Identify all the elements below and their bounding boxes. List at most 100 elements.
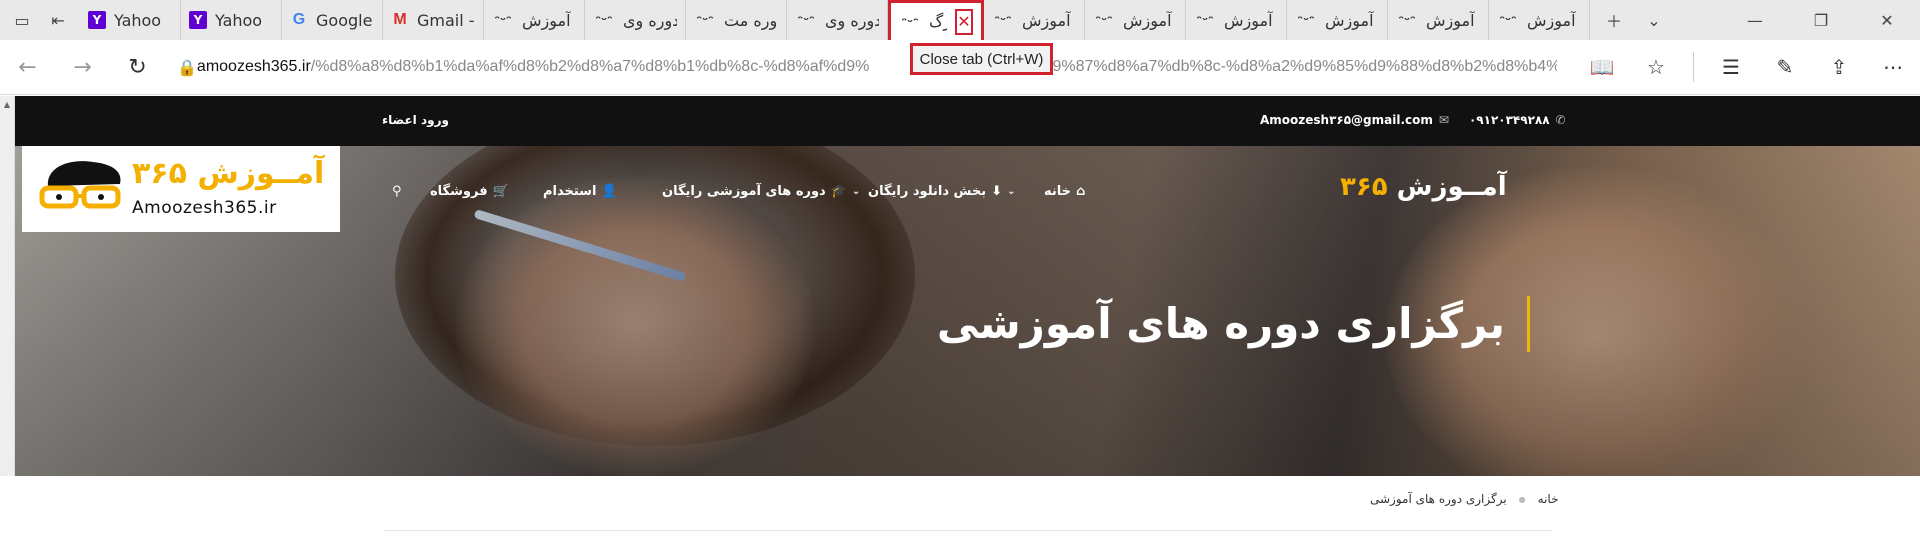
tab-amoozesh[interactable]: ᵔᵕᵔ آموزش — [1287, 0, 1388, 40]
scroll-up-icon[interactable]: ▲ — [0, 100, 14, 109]
share-icon[interactable]: ⇪ — [1812, 40, 1866, 95]
close-tab-tooltip: Close tab (Ctrl+W) — [910, 43, 1053, 75]
tab-amoozesh[interactable]: ᵔᵕᵔ دوره مت — [686, 0, 787, 40]
menu-item-label: دوره های آموزشی رایگان — [662, 184, 826, 199]
tab-label: آموزش — [1022, 10, 1071, 30]
tab-label: آموزش — [1426, 10, 1475, 30]
url-field[interactable]: 🔒 amoozesh365.ir /%d8%a8%d8%b1%da%af%d8%… — [177, 40, 1557, 95]
breadcrumb-home[interactable]: خانه — [1538, 492, 1559, 506]
phone-text: ۰۹۱۲۰۳۴۹۲۸۸ — [1468, 113, 1550, 127]
hub-icon[interactable]: ☰ — [1704, 40, 1758, 95]
star-icon[interactable]: ☆ — [1629, 40, 1683, 95]
yahoo-icon: Y — [88, 11, 106, 29]
tab-label: دوره وی — [623, 10, 677, 30]
tab-strip-right-tools: ＋ ⌄ — [1594, 0, 1674, 40]
web-page: ▲ ورود اعضاء Amoozesh۳۶۵@gmail.com ✉ ۰۹۱۲… — [0, 96, 1920, 560]
tab-label: برگ — [929, 12, 947, 31]
tab-amoozesh[interactable]: ᵔᵕᵔ دوره وی — [787, 0, 888, 40]
envelope-icon: ✉ — [1438, 113, 1449, 127]
yahoo-icon: Y — [189, 11, 207, 29]
breadcrumb: خانه ● برگزاری دوره های آموزشی — [1370, 492, 1559, 506]
breadcrumb-current: برگزاری دوره های آموزشی — [1370, 492, 1507, 506]
tab-label: آموزش — [1123, 10, 1172, 30]
menu-search[interactable]: ⚲ — [392, 184, 402, 199]
tab-yahoo-2[interactable]: Y Yahoo — [181, 0, 282, 40]
url-path-left: /%d8%a8%d8%b1%da%af%d8%b2%d8%a7%d8%b1%db… — [310, 58, 870, 75]
divider — [383, 530, 1553, 531]
close-tab-icon[interactable]: ✕ — [954, 8, 973, 35]
chevron-down-icon: ⌄ — [1007, 186, 1016, 197]
site-logo-icon: ᵔᵕᵔ — [1095, 13, 1113, 27]
chevron-down-icon[interactable]: ⌄ — [1634, 5, 1674, 35]
tab-amoozesh[interactable]: ᵔᵕᵔ دوره وی — [585, 0, 686, 40]
header-logo-text: آمــوزش ۳۶۵ — [1340, 172, 1507, 202]
web-note-icon[interactable]: ✎ — [1758, 40, 1812, 95]
tab-amoozesh[interactable]: ᵔᵕᵔ آموزش — [484, 0, 585, 40]
minimize-icon[interactable]: — — [1722, 0, 1788, 40]
phone-item[interactable]: ۰۹۱۲۰۳۴۹۲۸۸ ✆ — [1469, 113, 1572, 127]
hero-banner: آمــوزش ۳۶۵ Amoozesh365.ir ⚲ 🛒 فروشگاه 👤… — [15, 146, 1920, 476]
site-logo-icon: ᵔᵕᵔ — [1297, 13, 1315, 27]
menu-item-jobs[interactable]: 👤 استخدام — [543, 184, 618, 199]
tab-google[interactable]: G Google — [282, 0, 383, 40]
tab-label: آموزش — [1224, 10, 1273, 30]
tab-label: Yahoo — [215, 10, 263, 30]
menu-item-shop[interactable]: 🛒 فروشگاه — [430, 184, 509, 199]
tab-label: Gmail - — [417, 10, 475, 30]
tab-active[interactable]: ᵔᵕᵔ برگ ✕ — [888, 0, 984, 40]
contact-info: Amoozesh۳۶۵@gmail.com ✉ ۰۹۱۲۰۳۴۹۲۸۸ ✆ — [1260, 113, 1572, 127]
menu-item-downloads[interactable]: ⌄ ⬇ بخش دانلود رایگان — [868, 184, 1021, 199]
site-logo-icon: ᵔᵕᵔ — [1196, 13, 1214, 27]
site-logo-icon: ᵔᵕᵔ — [994, 13, 1012, 27]
tab-label: آموزش — [1325, 10, 1374, 30]
menu-item-home[interactable]: ⌂ خانه — [1044, 184, 1085, 199]
tab-amoozesh[interactable]: ᵔᵕᵔ آموزش — [1186, 0, 1287, 40]
refresh-icon[interactable]: ↻ — [110, 40, 165, 95]
site-logo-icon: ᵔᵕᵔ — [696, 13, 714, 27]
login-link[interactable]: ورود اعضاء — [382, 113, 449, 127]
header-site-logo[interactable]: آمــوزش ۳۶۵ — [1340, 172, 1560, 212]
close-window-icon[interactable]: ✕ — [1854, 0, 1920, 40]
cart-icon: 🛒 — [492, 184, 509, 199]
restore-icon[interactable]: ❐ — [1788, 0, 1854, 40]
tab-yahoo-1[interactable]: Y Yahoo — [80, 0, 181, 40]
graduation-cap-icon: 🎓 — [830, 184, 847, 199]
tab-label: آموزش — [1527, 10, 1576, 30]
site-logo-icon: ᵔᵕᵔ — [494, 13, 512, 27]
site-logo-icon: ᵔᵕᵔ — [901, 14, 919, 29]
toolbar-divider — [1693, 52, 1694, 82]
menu-item-courses[interactable]: ⌄ 🎓 دوره های آموزشی رایگان — [662, 184, 866, 199]
site-topbar: ورود اعضاء Amoozesh۳۶۵@gmail.com ✉ ۰۹۱۲۰۳… — [15, 96, 1920, 146]
email-item[interactable]: Amoozesh۳۶۵@gmail.com ✉ — [1260, 113, 1455, 127]
menu-item-label: خانه — [1044, 184, 1072, 199]
site-logo-icon: ᵔᵕᵔ — [1398, 13, 1416, 27]
gmail-icon: M — [393, 11, 407, 28]
google-icon: G — [292, 11, 306, 28]
tab-gmail[interactable]: M Gmail - — [383, 0, 484, 40]
tab-label: دوره وی — [825, 10, 879, 30]
tab-amoozesh[interactable]: ᵔᵕᵔ آموزش — [1489, 0, 1590, 40]
set-aside-tabs-icon[interactable]: ⇤ — [43, 5, 73, 35]
phone-icon: ✆ — [1555, 113, 1566, 127]
tab-label: دوره مت — [724, 10, 778, 30]
breadcrumb-separator: ● — [1518, 494, 1526, 504]
tab-amoozesh[interactable]: ᵔᵕᵔ آموزش — [1085, 0, 1186, 40]
chevron-down-icon: ⌄ — [851, 186, 861, 197]
tab-amoozesh[interactable]: ᵔᵕᵔ آموزش — [984, 0, 1085, 40]
site-logo-icon: ᵔᵕᵔ — [797, 13, 815, 27]
forward-arrow-icon[interactable]: → — [55, 40, 110, 95]
new-tab-icon[interactable]: ＋ — [1594, 5, 1634, 35]
search-icon: ⚲ — [392, 184, 402, 199]
tab-amoozesh[interactable]: ᵔᵕᵔ آموزش — [1388, 0, 1489, 40]
more-icon[interactable]: ⋯ — [1866, 40, 1920, 95]
scrollbar[interactable]: ▲ — [0, 96, 15, 476]
tab-strip-left-tools: ▭ ⇤ — [0, 0, 80, 40]
window-controls: — ❐ ✕ — [1722, 0, 1920, 40]
header-logo-number: ۳۶۵ — [1340, 172, 1388, 202]
reading-view-icon[interactable]: 📖 — [1575, 40, 1629, 95]
menu-item-label: فروشگاه — [430, 184, 488, 199]
back-arrow-icon[interactable]: ← — [0, 40, 55, 95]
site-logo-icon: ᵔᵕᵔ — [595, 13, 613, 27]
download-icon: ⬇ — [991, 184, 1003, 199]
tab-preview-icon[interactable]: ▭ — [7, 5, 37, 35]
